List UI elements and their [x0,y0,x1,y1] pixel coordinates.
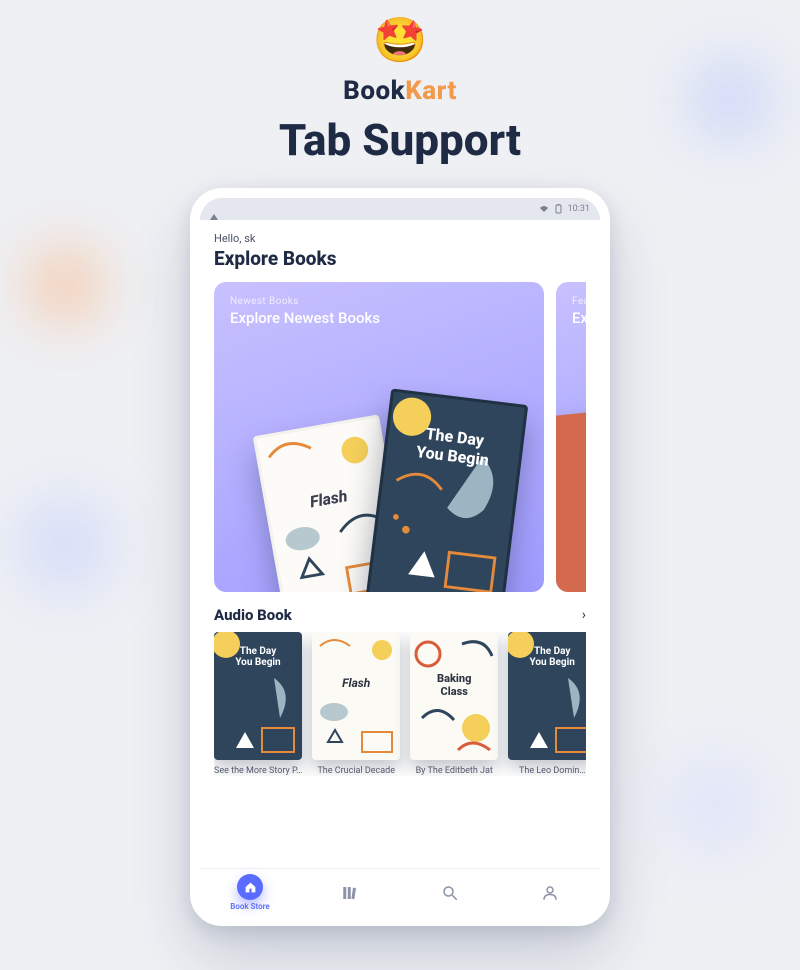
bottom-nav: Book Store [200,868,600,916]
featured-title: Explo [572,309,586,327]
list-item[interactable]: The DayYou Begin The Leo Domin… [508,632,586,776]
book-cover: The DayYou Begin [508,632,586,760]
nav-home[interactable]: Book Store [200,869,300,916]
chevron-right-icon[interactable]: › [582,607,586,623]
book-cover: BakingClass [410,632,498,760]
brand-part-b: Kart [405,76,457,106]
book-caption: The Leo Domin… [508,766,586,776]
user-icon [541,884,559,902]
hero-book-day: The Day You Begin [366,388,529,592]
featured-subtitle: Newest Books [230,296,528,307]
home-icon [244,881,257,894]
list-item[interactable]: The DayYou Begin See the More Story P… [214,632,302,776]
book-caption: See the More Story P… [214,766,302,776]
tablet-frame: 10:31 Hello, sk Explore Books Newest Boo… [190,188,610,926]
star-eyes-emoji: 🤩 [0,18,800,62]
list-item[interactable]: BakingClass By The Editbeth Jat [410,632,498,776]
book-caption: The Crucial Decade [312,766,400,776]
featured-card-peek[interactable]: Featu Explo [556,282,586,592]
book-cover: The DayYou Begin [214,632,302,760]
featured-card-newest[interactable]: Newest Books Explore Newest Books Flash [214,282,544,592]
audio-book-list[interactable]: The DayYou Begin See the More Story P… F… [214,632,586,776]
nav-library[interactable] [300,869,400,916]
featured-title: Explore Newest Books [230,309,528,327]
nav-profile[interactable] [500,869,600,916]
battery-icon [555,204,562,214]
page-title: Explore Books [214,247,586,270]
brand-logo: BookKart [0,76,800,106]
search-icon [441,884,459,902]
list-item[interactable]: Flash The Crucial Decade [312,632,400,776]
status-bar: 10:31 [200,198,600,220]
nav-search[interactable] [400,869,500,916]
book-caption: By The Editbeth Jat [410,766,498,776]
page-headline: Tab Support [0,114,800,166]
signal-icon [210,204,218,220]
library-icon [341,884,359,902]
wifi-icon [539,205,549,213]
featured-subtitle: Featu [572,296,586,307]
hero-book-peek [556,405,586,592]
book-cover: Flash [312,632,400,760]
section-title: Audio Book [214,606,292,624]
nav-home-label: Book Store [230,902,269,911]
featured-scroller[interactable]: Newest Books Explore Newest Books Flash [214,282,586,592]
brand-part-a: Book [343,76,405,106]
greeting-text: Hello, sk [214,232,586,245]
status-time: 10:31 [568,204,590,214]
